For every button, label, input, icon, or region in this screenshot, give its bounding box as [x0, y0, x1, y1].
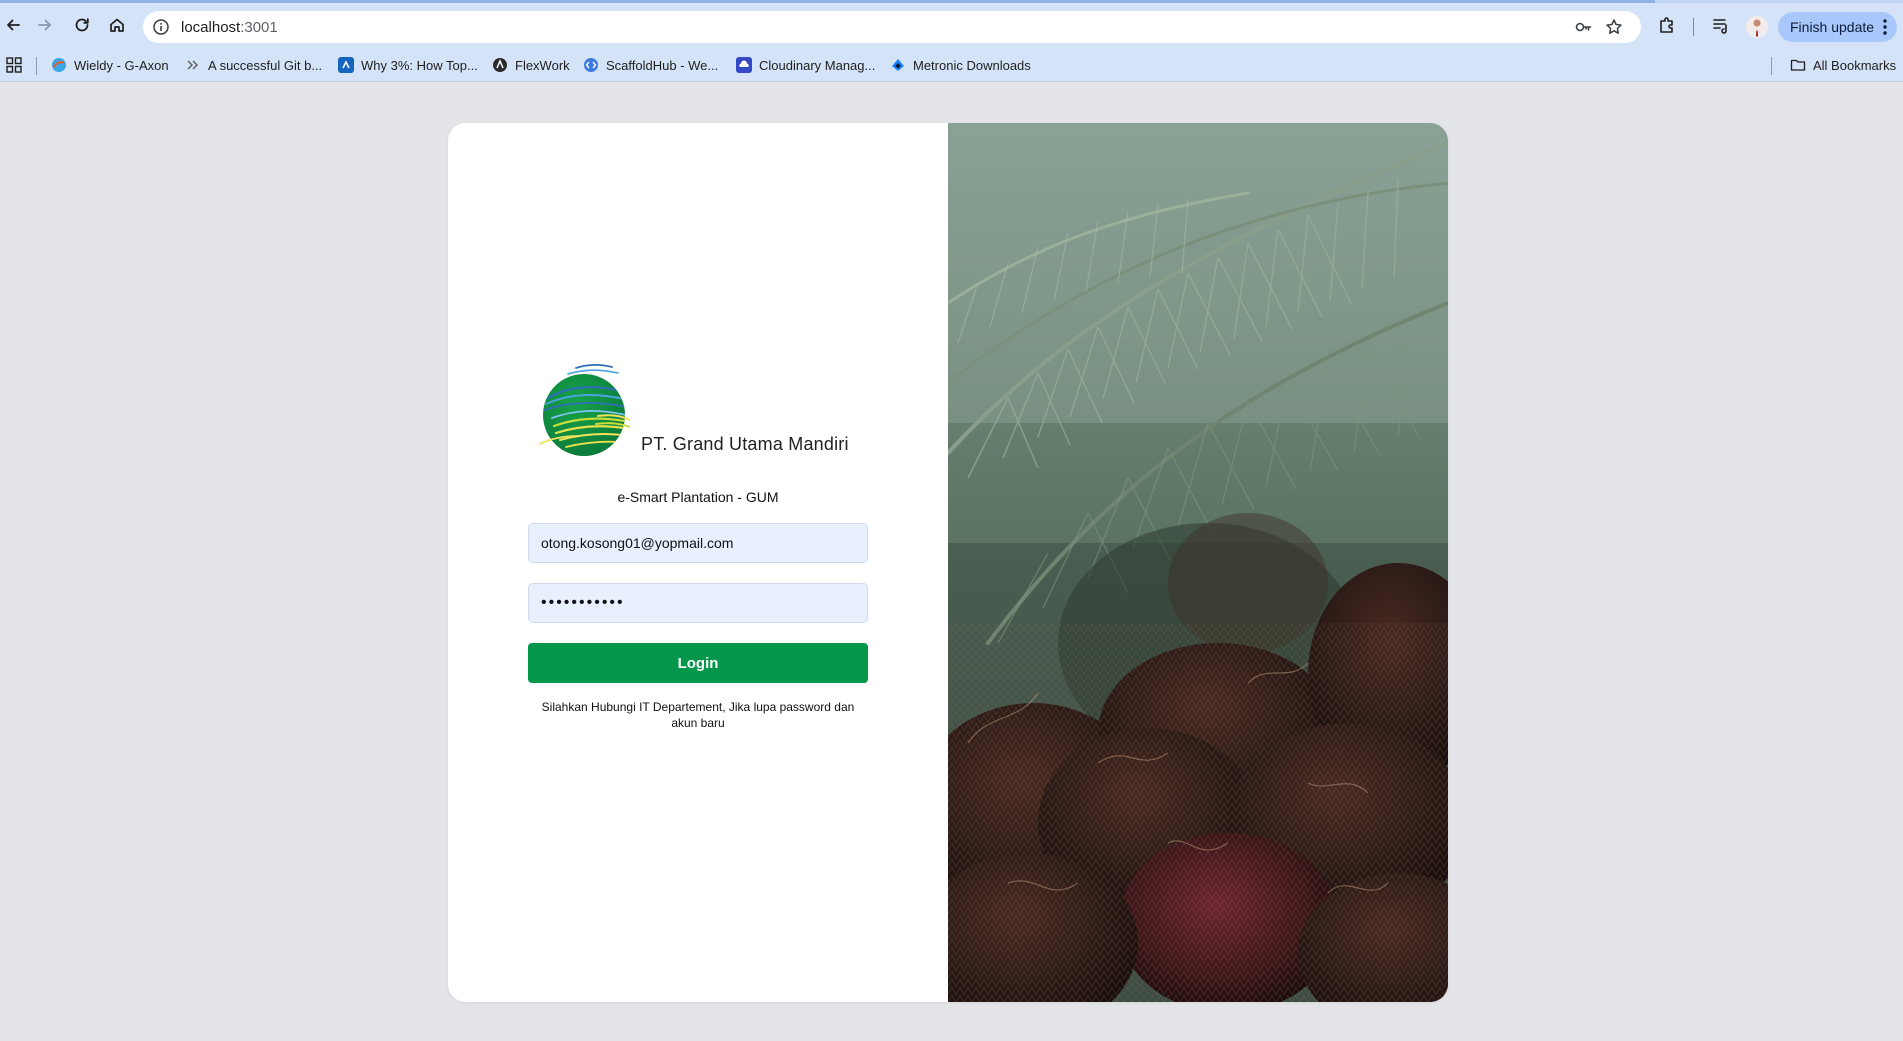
- all-bookmarks-button[interactable]: All Bookmarks: [1790, 48, 1896, 82]
- apps-grid-icon[interactable]: [6, 48, 22, 82]
- forward-icon[interactable]: [32, 12, 58, 38]
- bookmark-item[interactable]: FlexWork: [492, 48, 570, 82]
- blue-square-favicon: [338, 57, 354, 73]
- reload-icon[interactable]: [69, 12, 95, 38]
- media-controls-icon[interactable]: [1711, 15, 1731, 35]
- scaffoldhub-favicon: [583, 57, 599, 73]
- folder-icon: [1790, 57, 1806, 73]
- palm-photo-image: [948, 123, 1448, 1002]
- extensions-icon[interactable]: [1657, 15, 1677, 35]
- bookmark-item[interactable]: Cloudinary Manag...: [736, 48, 875, 82]
- password-field[interactable]: [528, 583, 868, 623]
- login-card: PT. Grand Utama Mandiri e-Smart Plantati…: [448, 123, 1448, 1002]
- company-logo-icon: [539, 363, 630, 456]
- bookmark-item[interactable]: Metronic Downloads: [890, 48, 1031, 82]
- url-text: localhost:3001: [181, 19, 278, 36]
- address-bar[interactable]: localhost:3001: [143, 11, 1641, 43]
- login-button[interactable]: Login: [528, 643, 868, 683]
- app-title: e-Smart Plantation - GUM: [617, 489, 779, 505]
- bookmark-item[interactable]: A successful Git b...: [185, 48, 322, 82]
- home-icon[interactable]: [104, 12, 130, 38]
- company-name: PT. Grand Utama Mandiri: [641, 434, 849, 454]
- finish-update-button[interactable]: Finish update: [1778, 12, 1897, 42]
- toolbar-divider: [1693, 18, 1694, 36]
- bookmark-star-icon[interactable]: [1605, 18, 1623, 36]
- browser-toolbar: localhost:3001 Finish update: [0, 3, 1903, 48]
- email-field[interactable]: [528, 523, 868, 563]
- bookmark-item[interactable]: ScaffoldHub - We...: [583, 48, 718, 82]
- cloudinary-favicon: [736, 57, 752, 73]
- wieldy-favicon: [51, 57, 67, 73]
- bookmarks-divider: [1771, 57, 1772, 75]
- flexwork-favicon: [492, 57, 508, 73]
- metronic-favicon: [890, 57, 906, 73]
- back-icon[interactable]: [0, 12, 26, 38]
- more-menu-icon[interactable]: [1883, 19, 1887, 35]
- password-key-icon[interactable]: [1574, 18, 1592, 36]
- help-text: Silahkan Hubungi IT Departement, Jika lu…: [541, 700, 855, 730]
- palm-oil-photo: [948, 123, 1448, 1002]
- bookmark-item[interactable]: Why 3%: How Top...: [338, 48, 478, 82]
- bookmarks-divider: [36, 57, 37, 75]
- chevron-double-right-icon: [185, 57, 201, 73]
- login-panel: PT. Grand Utama Mandiri e-Smart Plantati…: [448, 123, 948, 1002]
- bookmark-item[interactable]: Wieldy - G-Axon: [51, 48, 169, 82]
- bookmarks-bar: Wieldy - G-Axon A successful Git b... Wh…: [0, 48, 1903, 82]
- site-info-icon[interactable]: [152, 18, 170, 36]
- profile-avatar[interactable]: [1746, 16, 1768, 38]
